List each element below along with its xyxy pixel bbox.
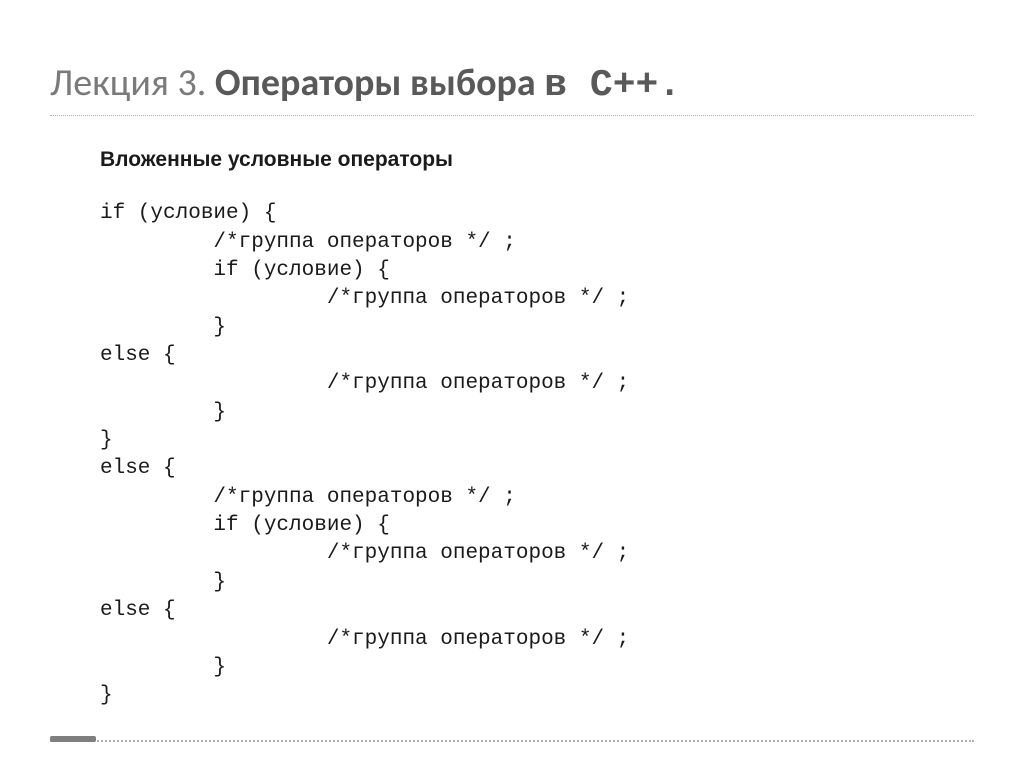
slide-title: Лекция 3. Операторы выбора в С++.: [50, 60, 974, 116]
title-strong: Операторы выбора: [215, 60, 544, 106]
footer-accent: [50, 736, 96, 742]
title-prefix: Лекция 3.: [50, 60, 215, 106]
slide-content: Вложенные условные операторы if (условие…: [50, 146, 974, 711]
title-mono: в С++.: [544, 64, 681, 107]
footer-divider: [50, 740, 974, 742]
slide-container: Лекция 3. Операторы выбора в С++. Вложен…: [0, 0, 1024, 768]
code-block: if (условие) { /*группа операторов */ ; …: [100, 200, 974, 710]
content-subtitle: Вложенные условные операторы: [100, 146, 974, 174]
